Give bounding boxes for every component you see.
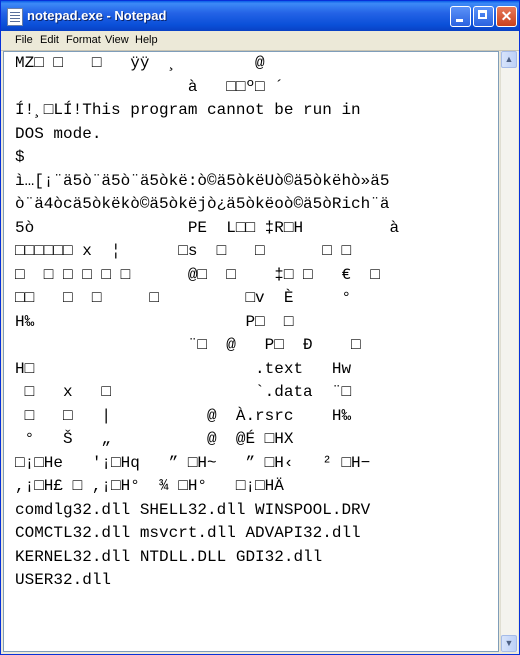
notepad-window: notepad.exe - Notepad ✕ File Edit Format… bbox=[0, 0, 520, 655]
scroll-down-button[interactable]: ▼ bbox=[501, 635, 517, 652]
text-line: DOS mode. bbox=[15, 124, 102, 143]
maximize-button[interactable] bbox=[473, 6, 494, 27]
close-button[interactable]: ✕ bbox=[496, 6, 517, 27]
minimize-icon bbox=[456, 19, 463, 22]
menu-file[interactable]: File bbox=[15, 34, 33, 46]
text-line: KERNEL32.dll NTDLL.DLL GDI32.dll bbox=[15, 547, 323, 566]
scroll-down-icon: ▼ bbox=[504, 638, 514, 648]
text-line: □ x □ `.data ¨□ bbox=[15, 383, 352, 401]
text-line: MZ□ □ □ ÿÿ ¸ @ bbox=[15, 54, 265, 72]
window-title: notepad.exe - Notepad bbox=[27, 8, 167, 23]
text-line: 5ò PE L□□ ‡R□H à bbox=[15, 218, 400, 237]
text-line: comdlg32.dll SHELL32.dll WINSPOOL.DRV bbox=[15, 500, 371, 519]
text-line: USER32.dll bbox=[15, 571, 112, 589]
text-line: ò¨ä4òcä5òkëkò©ä5òkëjò¿ä5òkëoò©ä5òRich¨ä bbox=[15, 195, 390, 213]
menu-edit[interactable]: Edit bbox=[40, 34, 59, 46]
text-line: ,¡□H£ □ ,¡□H° ¾ □H° □¡□HÄ bbox=[15, 477, 284, 495]
minimize-button[interactable] bbox=[450, 6, 471, 27]
text-line: à □□º□ ´ bbox=[15, 77, 284, 96]
scroll-up-icon: ▲ bbox=[504, 54, 514, 64]
scroll-up-button[interactable]: ▲ bbox=[501, 51, 517, 68]
text-line: COMCTL32.dll msvcrt.dll ADVAPI32.dll bbox=[15, 524, 361, 542]
close-icon: ✕ bbox=[500, 8, 513, 24]
text-line: ° Š „ @ @É □HX bbox=[15, 430, 294, 448]
text-line: ì…[¡¨ä5ò¨ä5ò¨ä5òkë:ò©ä5òkëUò©ä5òkëhò»ä5 bbox=[15, 171, 390, 190]
text-editor-area[interactable]: MZ□ □ □ ÿÿ ¸ @ à □□º□ ´ Í!¸□LÍ!This progr… bbox=[3, 51, 499, 652]
title-bar[interactable]: notepad.exe - Notepad ✕ bbox=[1, 1, 519, 31]
text-line: $ bbox=[15, 148, 25, 166]
editor-content[interactable]: MZ□ □ □ ÿÿ ¸ @ à □□º□ ´ Í!¸□LÍ!This progr… bbox=[15, 52, 399, 593]
menu-view[interactable]: View bbox=[105, 34, 129, 46]
menu-format[interactable]: Format bbox=[66, 34, 101, 46]
text-line: □□□□□□ x ¦ □s □ □ □ □ bbox=[15, 242, 352, 260]
text-line: □ □ | @ À.rsrc H‰ bbox=[15, 406, 352, 425]
maximize-icon bbox=[478, 10, 487, 19]
notepad-app-icon bbox=[7, 8, 23, 26]
text-line: H□ .text Hw bbox=[15, 359, 352, 378]
text-line: □□ □ □ □ □v È ° bbox=[15, 289, 352, 307]
text-line: H‰ P□ □ bbox=[15, 312, 294, 331]
vertical-scrollbar[interactable]: ▲ ▼ bbox=[500, 51, 518, 652]
menu-bar: File Edit Format View Help bbox=[1, 31, 519, 51]
text-line: ¨□ @ P□ Ð □ bbox=[15, 336, 361, 354]
menu-help[interactable]: Help bbox=[135, 34, 158, 46]
text-line: Í!¸□LÍ!This program cannot be run in bbox=[15, 101, 361, 119]
text-line: □¡□He '¡□Hq ” □H~ ” □H‹ ² □H− bbox=[15, 453, 371, 472]
text-line: □ □ □ □ □ □ @□ □ ‡□ □ € □ bbox=[15, 265, 380, 284]
